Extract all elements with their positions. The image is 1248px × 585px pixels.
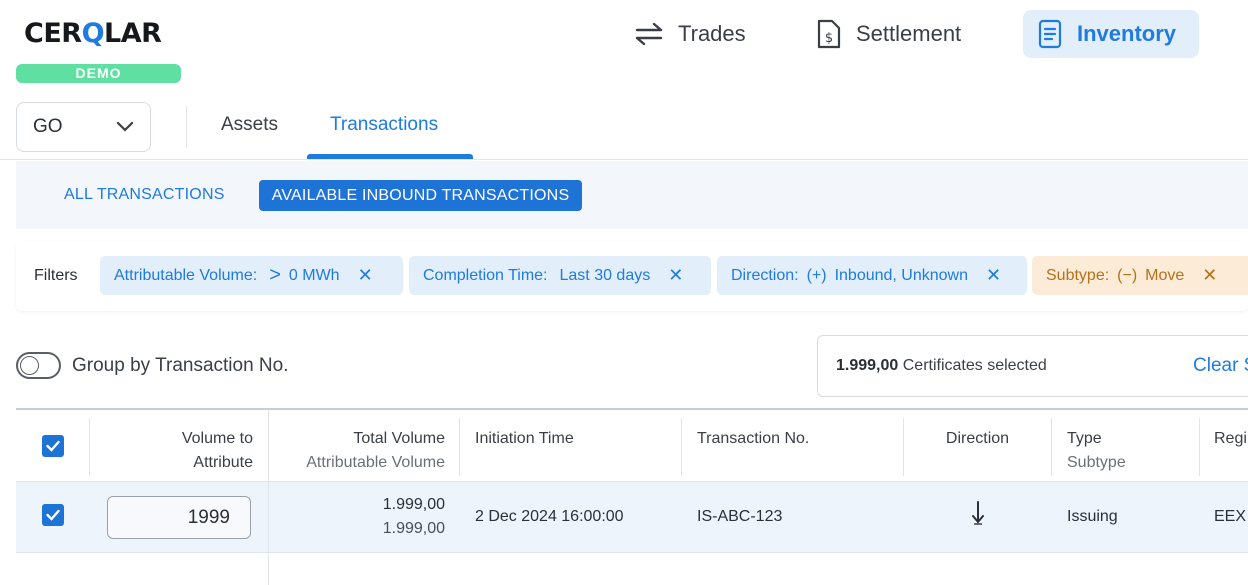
header-transaction-no[interactable]: Transaction No. xyxy=(697,427,809,451)
header-volume-line2: Attribute xyxy=(193,454,253,471)
cell-transaction-no: IS-ABC-123 xyxy=(697,508,783,525)
nav-settlement-label: Settlement xyxy=(856,21,962,46)
header-type[interactable]: Type Subtype xyxy=(1067,427,1126,475)
header-total-volume-label: Total Volume xyxy=(353,430,445,447)
check-icon xyxy=(46,509,60,521)
header-subtype-label: Subtype xyxy=(1067,454,1126,471)
toggle-knob xyxy=(20,356,39,375)
cell-total-volume: 1.999,00 xyxy=(382,496,445,513)
selection-count-text: 1.999,00 Certificates selected xyxy=(836,357,1047,375)
registry-select[interactable]: GO xyxy=(16,102,151,152)
tabs-divider xyxy=(186,106,187,148)
filter-chip-key: Completion Time: xyxy=(423,266,548,284)
header-total-volume[interactable]: Total Volume Attributable Volume xyxy=(278,427,445,475)
document-list-icon xyxy=(1038,19,1062,49)
close-icon[interactable]: ✕ xyxy=(358,265,373,286)
filter-chip-operator: > xyxy=(269,264,281,286)
filters-label: Filters xyxy=(34,267,78,284)
swap-arrows-icon xyxy=(635,23,663,45)
cell-registry: EEX xyxy=(1214,508,1247,525)
row-checkbox[interactable] xyxy=(42,504,64,526)
arrow-down-icon xyxy=(971,501,984,525)
header-attributable-volume-label: Attributable Volume xyxy=(306,454,445,471)
column-separator xyxy=(89,418,90,476)
close-icon[interactable]: ✕ xyxy=(986,265,1001,286)
filter-chip-value: Last 30 days xyxy=(559,266,651,284)
filter-chip-value: Inbound, Unknown xyxy=(834,266,969,284)
filter-chip-attributable-volume[interactable]: Attributable Volume: > 0 MWh ✕ xyxy=(100,256,403,295)
close-icon[interactable]: ✕ xyxy=(1202,265,1217,286)
header-direction[interactable]: Direction xyxy=(904,427,1051,451)
selection-count: 1.999,00 xyxy=(836,357,899,374)
cell-type: Issuing xyxy=(1067,508,1118,525)
svg-text:$: $ xyxy=(825,31,833,46)
filter-chip-operator: (−) xyxy=(1117,266,1138,284)
demo-badge: DEMO xyxy=(16,64,181,83)
cell-initiation-time: 2 Dec 2024 16:00:00 xyxy=(475,508,624,525)
filter-chip-key: Direction: xyxy=(731,266,799,284)
filter-chip-direction[interactable]: Direction: (+) Inbound, Unknown ✕ xyxy=(717,256,1027,295)
registry-select-value: GO xyxy=(33,116,63,137)
chevron-down-icon xyxy=(116,121,134,132)
column-separator xyxy=(1199,418,1200,476)
group-by-toggle[interactable] xyxy=(16,352,61,379)
header-volume-to-attribute[interactable]: Volume to Attribute xyxy=(116,427,253,475)
filter-chip-key: Subtype: xyxy=(1046,266,1110,284)
cell-attributable-volume: 1.999,00 xyxy=(382,520,445,537)
cerqlar-logo[interactable]: CERQLAR xyxy=(24,18,162,49)
tab-transactions[interactable]: Transactions xyxy=(330,114,438,136)
nav-inventory[interactable]: Inventory xyxy=(1023,10,1199,58)
header-type-label: Type xyxy=(1067,430,1102,447)
tabs-row: GO Assets Transactions xyxy=(0,92,1248,160)
column-separator xyxy=(1051,418,1052,476)
logo-text-q: Q xyxy=(81,18,105,49)
header-volume-line1: Volume to xyxy=(181,430,253,447)
active-tab-indicator xyxy=(307,154,473,159)
nav-settlement[interactable]: $ Settlement xyxy=(802,10,975,58)
nav-inventory-label: Inventory xyxy=(1077,21,1177,46)
header-initiation-time[interactable]: Initiation Time xyxy=(475,427,574,451)
selection-label: Certificates selected xyxy=(902,357,1047,374)
filter-chip-subtype[interactable]: Subtype: (−) Move ✕ xyxy=(1032,256,1248,295)
invoice-dollar-icon: $ xyxy=(817,19,841,49)
filter-chip-completion-time[interactable]: Completion Time: Last 30 days ✕ xyxy=(409,256,711,295)
frozen-column-divider xyxy=(268,410,269,585)
filter-chip-operator: (+) xyxy=(806,266,827,284)
filter-chip-key: Attributable Volume: xyxy=(114,266,258,284)
filter-chip-value: Move xyxy=(1145,266,1185,284)
nav-trades-label: Trades xyxy=(678,21,746,46)
table-row[interactable]: 1999 1.999,00 1.999,00 2 Dec 2024 16:00:… xyxy=(16,482,1248,553)
logo-text-end: LAR xyxy=(104,18,162,49)
transaction-scope-bar: ALL TRANSACTIONS AVAILABLE INBOUND TRANS… xyxy=(16,161,1248,229)
tab-assets[interactable]: Assets xyxy=(221,114,278,136)
app-header: CERQLAR DEMO Trades $ Settlement Invento… xyxy=(0,0,1248,83)
filter-chip-value: 0 MWh xyxy=(288,266,340,284)
select-all-checkbox[interactable] xyxy=(42,435,64,457)
clear-selection-link[interactable]: Clear S xyxy=(1193,355,1248,377)
column-separator xyxy=(681,418,682,476)
available-inbound-button[interactable]: AVAILABLE INBOUND TRANSACTIONS xyxy=(259,180,582,211)
column-separator xyxy=(459,418,460,476)
header-registry[interactable]: Regi xyxy=(1214,427,1247,451)
logo-text-start: CER xyxy=(24,18,82,49)
check-icon xyxy=(46,440,60,452)
transactions-table: Volume to Attribute Total Volume Attribu… xyxy=(16,408,1248,585)
group-by-label: Group by Transaction No. xyxy=(72,355,289,376)
nav-trades[interactable]: Trades xyxy=(620,10,760,58)
volume-to-attribute-input[interactable]: 1999 xyxy=(107,496,251,539)
filters-bar: Filters Attributable Volume: > 0 MWh ✕ C… xyxy=(16,241,1248,311)
close-icon[interactable]: ✕ xyxy=(668,265,683,286)
table-header-row: Volume to Attribute Total Volume Attribu… xyxy=(16,410,1248,482)
cell-direction xyxy=(904,500,1051,531)
selection-summary: 1.999,00 Certificates selected Clear S xyxy=(817,335,1248,397)
all-transactions-button[interactable]: ALL TRANSACTIONS xyxy=(64,186,225,204)
